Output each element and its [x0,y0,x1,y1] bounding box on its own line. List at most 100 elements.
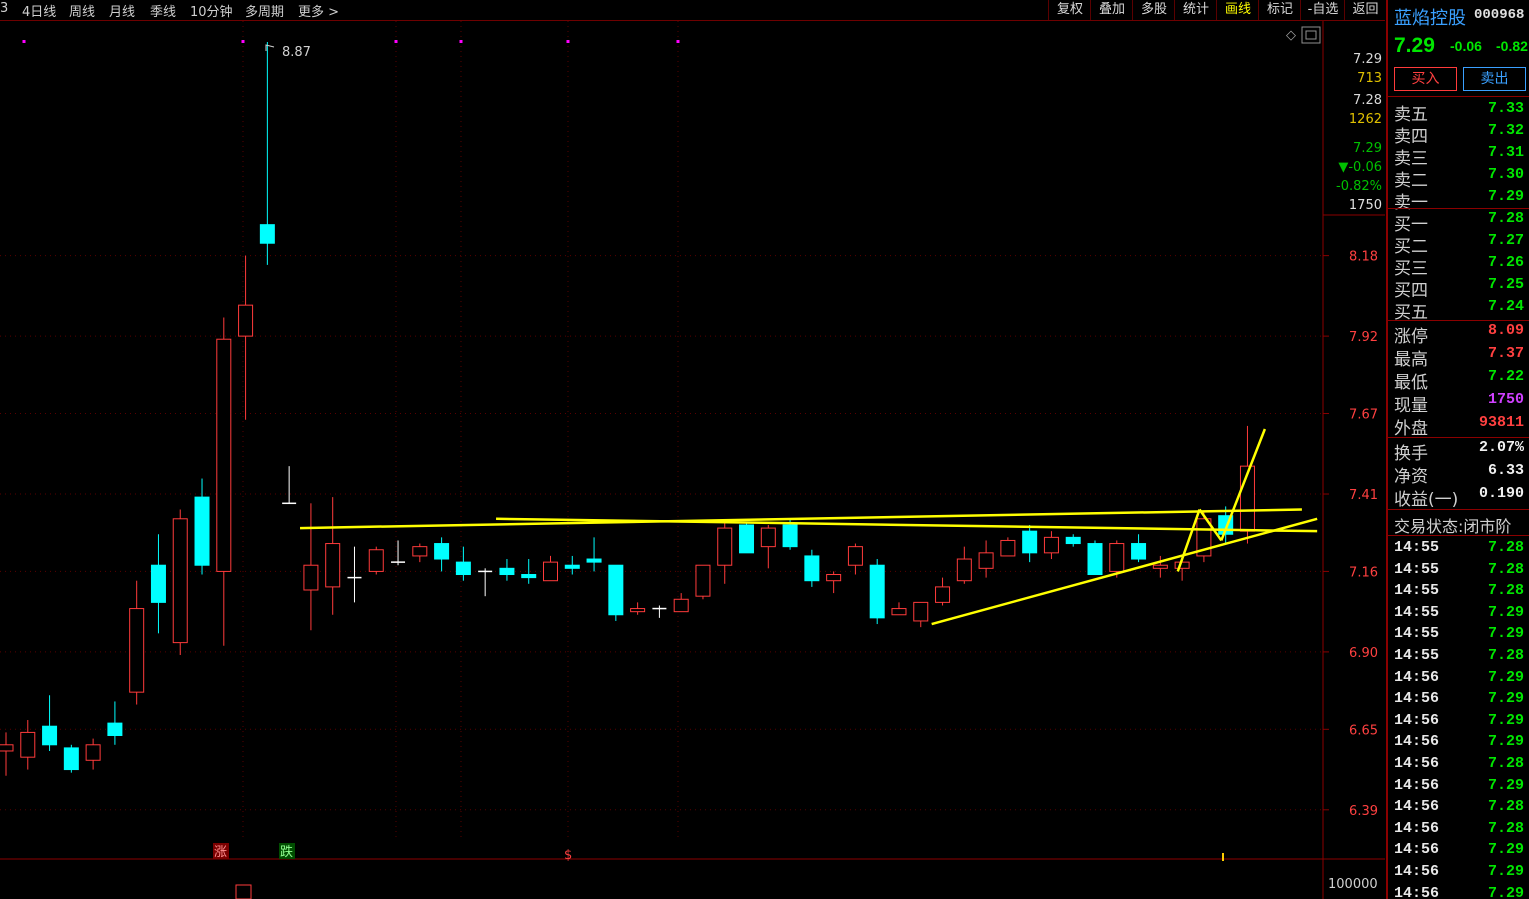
diamond-icon[interactable]: ◇ [1286,28,1296,43]
bid-row[interactable]: 买三 7.26 [1394,254,1524,279]
candle [238,255,254,420]
draw-line-button[interactable]: 画线 [1216,0,1259,20]
candle-body [1043,536,1059,554]
candle-body [826,574,842,582]
tab-more[interactable]: 更多 > [298,1,339,20]
tick-row: 14:55 7.29 [1394,604,1524,625]
candle [935,577,951,606]
tick-row: 14:55 7.28 [1394,582,1524,603]
candle-body [978,552,994,569]
bid-row[interactable]: 买二 7.27 [1394,232,1524,257]
tick-row: 14:56 7.29 [1394,690,1524,711]
candle-body [259,224,275,244]
bid-price: 7.27 [1487,232,1524,249]
price-tick-label: 7.41 [1349,488,1378,503]
trendline[interactable] [300,508,1302,530]
trendline[interactable] [931,517,1318,626]
info-open: 7.29 [1353,52,1382,67]
candle-body [1065,536,1081,545]
candle [63,744,79,773]
info-close: 7.29 [1353,141,1382,156]
candle [107,701,123,745]
candle [695,564,711,600]
restore-rights-button[interactable]: 复权 [1048,0,1091,20]
candle-body [42,725,58,746]
stat2-value: 6.33 [1487,462,1524,479]
limit-up-marker[interactable]: 涨 [214,845,227,860]
tab-10min[interactable]: 10分钟 [190,1,233,20]
window-toggle-icon[interactable] [1301,26,1321,44]
remove-watchlist-button[interactable]: -自选 [1300,0,1345,20]
tick-row: 14:56 7.29 [1394,863,1524,884]
info-vol2: 1262 [1349,112,1382,127]
stock-name[interactable]: 蓝焰控股 [1394,4,1466,30]
price-tick-label: 7.16 [1349,565,1378,580]
info-volume: 1750 [1349,198,1382,213]
tick-row: 14:56 7.29 [1394,669,1524,690]
tick-price: 7.28 [1487,755,1524,772]
ask-row[interactable]: 卖一 7.29 [1394,188,1524,213]
candle [1043,531,1059,560]
trendline-drawings[interactable] [300,428,1318,626]
bid-row[interactable]: 买四 7.25 [1394,276,1524,301]
candle [216,317,232,646]
candle-body [216,338,232,572]
kline-chart[interactable]: 8.18 7.92 7.67 7.41 7.16 6.90 6.65 6.39 8.87 ◇ … [0,21,1385,899]
candle [259,42,275,265]
candle-body [455,561,471,576]
ask-price: 7.31 [1487,144,1524,161]
ask-row[interactable]: 卖二 7.30 [1394,166,1524,191]
candle-body [804,555,820,582]
dividend-marker[interactable]: $ [564,848,572,863]
stat2-row: 换手 2.07% [1394,439,1524,464]
bid-row[interactable]: 买五 7.24 [1394,298,1524,323]
ask-row[interactable]: 卖五 7.33 [1394,100,1524,125]
tick-price: 7.28 [1487,539,1524,556]
ask-row[interactable]: 卖四 7.32 [1394,122,1524,147]
candle [1087,540,1103,576]
multi-stock-button[interactable]: 多股 [1132,0,1175,20]
statistics-button[interactable]: 统计 [1174,0,1217,20]
overlay-button[interactable]: 叠加 [1090,0,1133,20]
tick-row: 14:56 7.28 [1394,820,1524,841]
info-change-pct: -0.82% [1336,179,1382,194]
tick-price: 7.28 [1487,819,1524,837]
tab-multi-period[interactable]: 多周期 [245,1,284,20]
stat-row: 最低 7.22 [1394,368,1524,393]
bid-price: 7.26 [1487,254,1524,271]
tab-week[interactable]: 周线 [69,1,95,20]
candle [760,524,776,569]
ask-row[interactable]: 卖三 7.31 [1394,144,1524,169]
event-markers: 涨 跌 $ [213,843,572,863]
candle-body [673,598,689,613]
candle [978,540,994,578]
bid-row[interactable]: 买一 7.28 [1394,210,1524,235]
sell-button[interactable]: 卖出 [1463,67,1526,91]
bid-price: 7.28 [1487,210,1524,227]
candle [956,546,972,584]
tab-4day[interactable]: 4日线 [22,1,56,20]
candle-body [521,574,537,579]
mark-button[interactable]: 标记 [1258,0,1301,20]
candle-body [434,543,450,560]
buy-button[interactable]: 买入 [1394,67,1457,91]
candle [129,580,145,705]
info-panel: 7.29 713 7.28 1262 7.29 ▼-0.06 -0.82% 17… [1336,52,1382,213]
candle-body [586,558,602,563]
candle-body [1022,530,1038,554]
candle-body [0,744,14,752]
candle-body [608,564,624,616]
candle [913,601,929,628]
candle [804,549,820,587]
candle [717,521,733,584]
back-button[interactable]: 返回 [1344,0,1386,20]
tab-month[interactable]: 月线 [109,1,135,20]
tab-period-partial[interactable]: 3 [0,1,8,16]
candle [564,555,580,575]
limit-down-marker[interactable]: 跌 [280,844,293,860]
candle-body [20,731,36,758]
tab-quarter[interactable]: 季线 [150,1,176,20]
stat-row: 外盘 93811 [1394,414,1524,439]
tick-price: 7.28 [1487,647,1524,664]
stock-code: 000968 [1474,7,1525,23]
